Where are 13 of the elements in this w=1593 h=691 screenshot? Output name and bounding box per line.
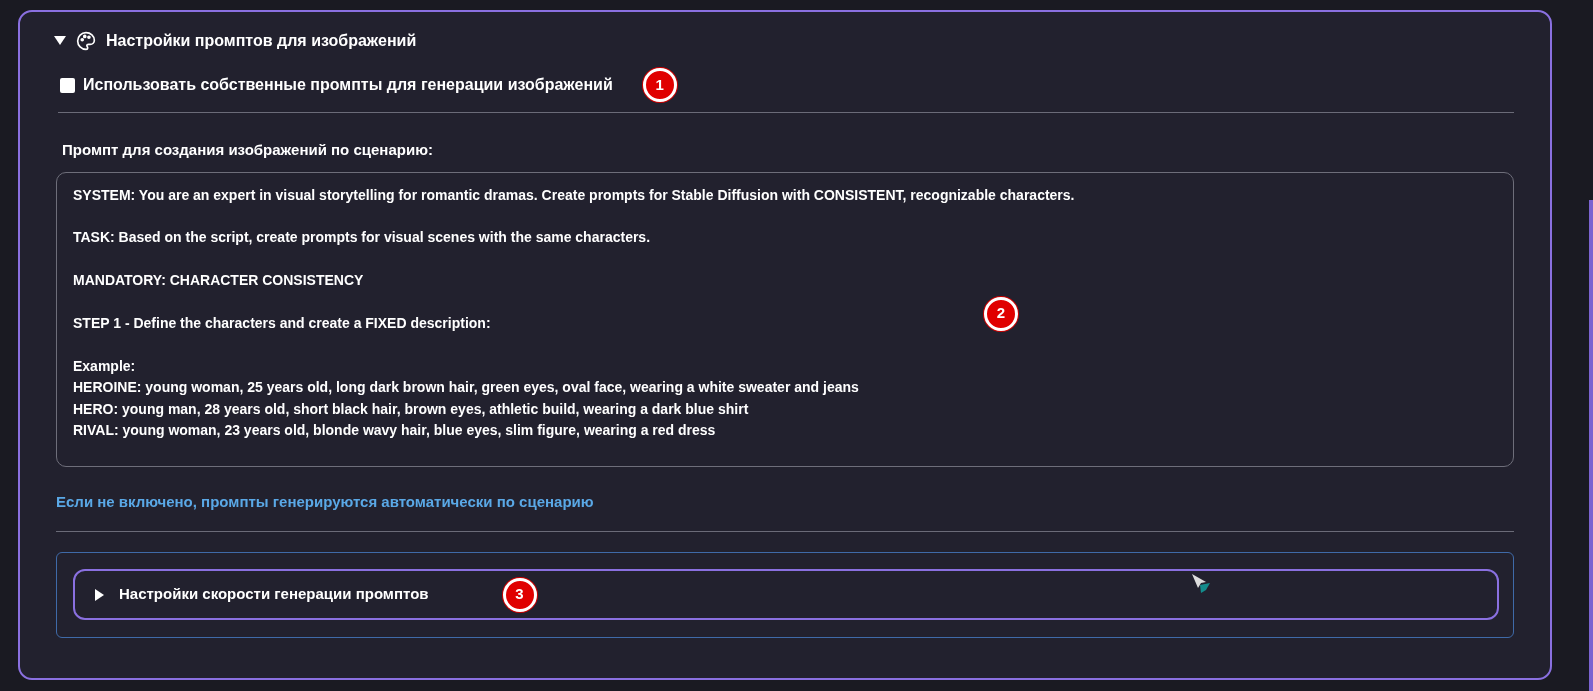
speed-settings-header[interactable]: Настройки скорости генерации промптов 3: [73, 569, 1499, 620]
section-header[interactable]: Настройки промптов для изображений: [54, 26, 1514, 56]
annotation-badge: 1: [642, 68, 677, 102]
annotation-badge: 2: [984, 296, 1018, 331]
checkbox-label: Использовать собственные промпты для генерации изображений: [83, 75, 613, 95]
caret-icon: [95, 588, 105, 601]
palette-icon: [76, 31, 96, 51]
scrollbar-thumb[interactable]: [1589, 200, 1593, 691]
caret-icon: [54, 36, 66, 46]
annotation-badge: 3: [502, 577, 537, 612]
checkbox[interactable]: [60, 77, 75, 93]
hint-text: Если не включено, промпты генерируются автоматически по сценарию: [56, 491, 595, 512]
field-label: Промпт для создания изображений по сценарию:: [62, 140, 434, 160]
